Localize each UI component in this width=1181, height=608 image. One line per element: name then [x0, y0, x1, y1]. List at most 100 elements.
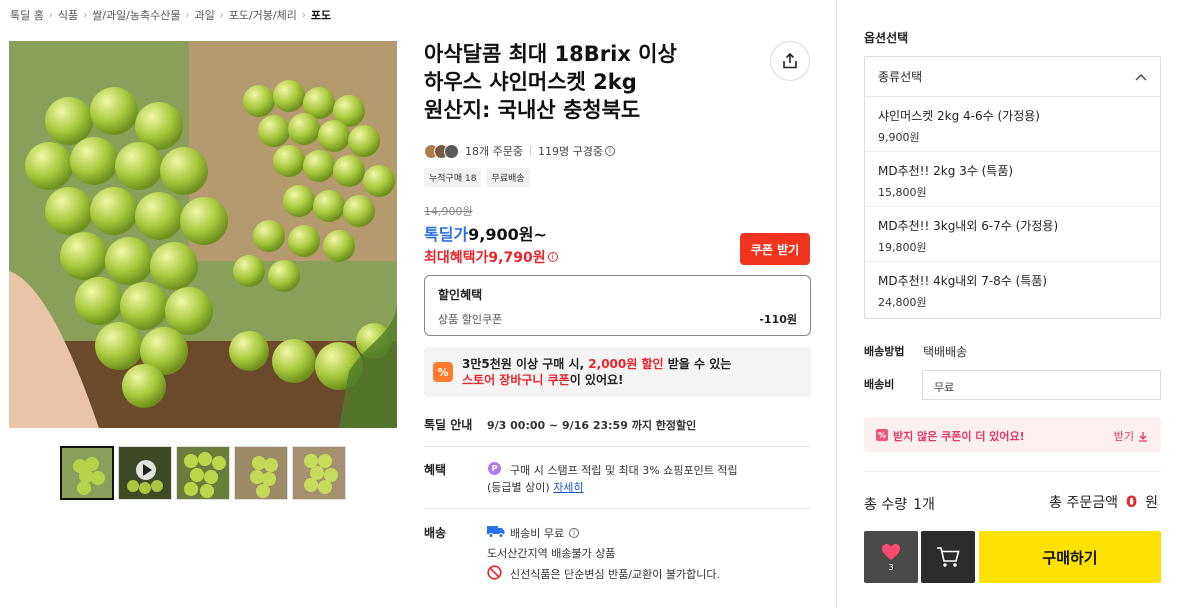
- option-name: MD추천!! 4kg내외 7-8수 (특품): [878, 274, 1048, 288]
- share-button[interactable]: [770, 41, 810, 81]
- promo-text: 3만5천원 이상 구매 시, 2,000원 할인 받을 수 있는 스토어 장바구…: [462, 356, 731, 388]
- coupon-button[interactable]: 쿠폰 받기: [740, 233, 810, 265]
- total-amount: 총 주문금액 0 원: [1049, 492, 1158, 512]
- option-name: MD추천!! 3kg내외 6-7수 (가정용): [878, 219, 1059, 233]
- wishlist-count: 3: [888, 562, 894, 572]
- original-price: 14,900원: [424, 205, 473, 218]
- shipping-method-label: 배송방법: [864, 345, 905, 358]
- tag-cumulative-purchase: 누적구매 18: [424, 168, 482, 187]
- deal-info-value: 9/3 00:00 ~ 9/16 23:59 까지 한정할인: [487, 419, 697, 432]
- share-icon: [783, 52, 797, 69]
- sidebar-divider: [836, 0, 837, 608]
- title-line: 아삭달콤 최대 18Brix 이상: [424, 42, 677, 66]
- breadcrumb-item[interactable]: 식품: [58, 7, 78, 23]
- option-dropdown-label: 종류선택: [878, 70, 923, 84]
- total-quantity: 총 수량 1개: [864, 494, 935, 514]
- breadcrumb-item[interactable]: 과일: [194, 7, 214, 23]
- prohibited-icon: [487, 565, 502, 580]
- cart-icon: [937, 547, 960, 567]
- max-price-value: 9,790원: [488, 250, 546, 266]
- option-price: 15,800원: [878, 186, 927, 199]
- wishlist-button[interactable]: 3: [864, 531, 918, 583]
- info-icon[interactable]: i: [547, 252, 558, 262]
- promo-text-part: 받을 수 있는: [663, 357, 732, 371]
- max-benefit-price: 최대혜택가 9,790원 i: [424, 247, 558, 267]
- delivery-fee: 배송비 무료 i: [510, 525, 580, 541]
- buyer-avatars: [424, 143, 459, 159]
- breadcrumb: 톡딜 홈 › 식품 › 쌀/과일/농축수산물 › 과일 › 포도/거봉/체리 › 포도: [10, 7, 331, 23]
- coupon-icon: %: [876, 429, 888, 441]
- breadcrumb-separator-icon: ›: [219, 9, 224, 21]
- option-item[interactable]: MD추천!! 3kg내외 6-7수 (가정용) 19,800원: [865, 207, 1160, 262]
- promo-text-part: 이 있어요!: [569, 373, 624, 387]
- total-quantity-label: 총 수량: [864, 497, 908, 513]
- total-amount-value: 0: [1125, 492, 1138, 511]
- breadcrumb-separator-icon: ›: [185, 9, 190, 21]
- delivery-note-fresh: 신선식품은 단순변심 반품/교환이 불가합니다.: [510, 568, 720, 581]
- total-quantity-value: 1개: [913, 497, 935, 513]
- option-price: 24,800원: [878, 296, 927, 309]
- cart-button[interactable]: [921, 531, 975, 583]
- breadcrumb-item[interactable]: 쌀/과일/농축수산물: [92, 7, 180, 23]
- claim-label: 받기: [1113, 430, 1134, 443]
- delivery-note-remote: 도서산간지역 배송불가 상품: [487, 547, 616, 560]
- discount-row-value: -110원: [759, 313, 797, 326]
- thumbnail-5[interactable]: [292, 446, 346, 500]
- percent-icon: %: [433, 362, 453, 382]
- divider: [424, 446, 810, 447]
- breadcrumb-separator-icon: ›: [83, 9, 88, 21]
- total-amount-label: 총 주문금액: [1049, 495, 1118, 511]
- option-select-title: 옵션선택: [864, 31, 909, 45]
- option-item[interactable]: MD추천!! 2kg 3수 (특품) 15,800원: [865, 152, 1160, 207]
- deal-info-label: 톡딜 안내: [424, 418, 473, 432]
- benefit-details-link[interactable]: 자세히: [553, 481, 583, 494]
- thumbnail-1[interactable]: [60, 446, 114, 500]
- benefit-line1: 구매 시 스탬프 적립 및 최대 3% 쇼핑포인트 적립: [510, 464, 738, 477]
- shipping-fee-field: 무료: [922, 370, 1161, 400]
- shipping-fee-label: 배송비: [864, 378, 895, 391]
- deal-price-label: 톡딜가: [424, 225, 469, 244]
- shipping-method-value: 택배배송: [923, 345, 968, 359]
- download-arrow-icon: [1139, 431, 1147, 442]
- breadcrumb-separator-icon: ›: [48, 9, 53, 21]
- social-stats: 18개 주문중 119명 구경중 i: [424, 143, 615, 159]
- grapes-illustration: [9, 41, 397, 428]
- buy-button[interactable]: 구매하기: [979, 531, 1161, 583]
- option-dropdown: 종류선택 샤인머스켓 2kg 4-6수 (가정용) 9,900원 MD추천!! …: [864, 56, 1161, 319]
- option-name: 샤인머스켓 2kg 4-6수 (가정용): [878, 109, 1040, 123]
- deal-price-value: 9,900원~: [468, 225, 547, 244]
- info-icon[interactable]: i: [569, 528, 580, 538]
- truck-icon: [487, 526, 505, 538]
- thumbnail-video[interactable]: [118, 446, 172, 500]
- divider: [529, 146, 531, 156]
- unclaimed-coupon-banner[interactable]: % 받지 않은 쿠폰이 더 있어요! 받기: [864, 417, 1161, 452]
- total-amount-unit: 원: [1145, 495, 1158, 511]
- promo-highlight: 2,000원 할인: [588, 357, 664, 371]
- benefit-label: 혜택: [424, 463, 447, 477]
- breadcrumb-item[interactable]: 포도/거봉/체리: [229, 7, 297, 23]
- chevron-up-icon: [1135, 73, 1147, 80]
- option-price: 19,800원: [878, 241, 927, 254]
- thumbnail-3[interactable]: [176, 446, 230, 500]
- thumbnail-strip: [60, 446, 346, 500]
- breadcrumb-item[interactable]: 톡딜 홈: [10, 7, 44, 23]
- option-item[interactable]: 샤인머스켓 2kg 4-6수 (가정용) 9,900원: [865, 97, 1160, 152]
- heart-icon: [882, 543, 900, 560]
- point-icon: P: [488, 462, 501, 475]
- breadcrumb-separator-icon: ›: [301, 9, 306, 21]
- info-icon[interactable]: i: [604, 146, 615, 156]
- option-item[interactable]: MD추천!! 4kg내외 7-8수 (특품) 24,800원: [865, 262, 1160, 317]
- claim-coupon-button[interactable]: 받기: [1114, 428, 1148, 444]
- discount-row-label: 상품 할인쿠폰: [438, 313, 503, 326]
- delivery-label: 배송: [424, 526, 447, 540]
- option-dropdown-header[interactable]: 종류선택: [865, 57, 1160, 97]
- cart-coupon-promo[interactable]: % 3만5천원 이상 구매 시, 2,000원 할인 받을 수 있는 스토어 장…: [424, 347, 811, 397]
- promo-highlight: 스토어 장바구니 쿠폰: [462, 373, 570, 387]
- breadcrumb-current[interactable]: 포도: [311, 7, 331, 23]
- benefit-line2: (등급별 상이) 자세히: [487, 479, 584, 495]
- max-price-label: 최대혜택가: [424, 250, 489, 266]
- product-main-image[interactable]: [9, 41, 397, 428]
- thumbnail-4[interactable]: [234, 446, 288, 500]
- product-title: 아삭달콤 최대 18Brix 이상 하우스 샤인머스켓 2kg 원산지: 국내산…: [424, 40, 754, 124]
- promo-text-part: 3만5천원 이상 구매 시,: [462, 357, 589, 371]
